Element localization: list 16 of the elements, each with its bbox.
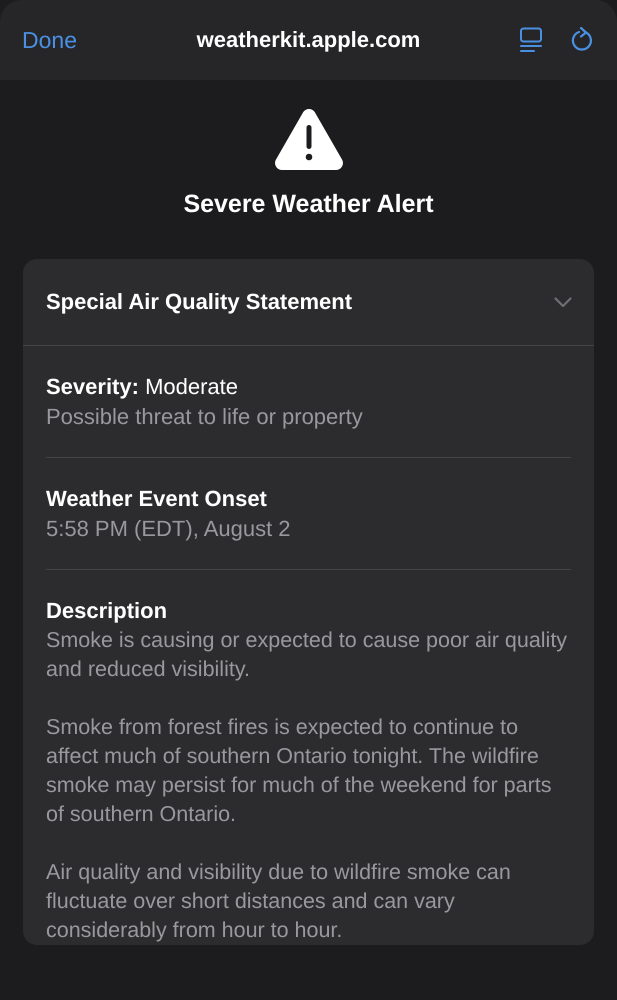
section-detail: Possible threat to life or property [46, 403, 364, 431]
reload-icon[interactable] [571, 27, 595, 53]
section-heading: Severity: Moderate [46, 373, 240, 401]
done-button[interactable]: Done [22, 26, 77, 54]
chevron-icon[interactable] [554, 296, 572, 308]
description-paragraph: Air quality and visibility due to wildfire smoke can fluctuate over short distances and can vary considerably from hour to hour. [46, 859, 512, 944]
description-paragraph: Smoke from forest fires is expected to continue to affect much of southern Ontario tonight. The wildfire smoke may persist for much of the weekend for parts of southern Ontario. [46, 714, 552, 828]
description-paragraph: Smoke is causing or expected to cause poor air quality and reduced visibility. [46, 627, 568, 683]
section-heading: Weather Event Onset [46, 485, 268, 513]
alert-title: Special Air Quality Statement [46, 289, 352, 315]
alert-heading: Severe Weather Alert [183, 190, 434, 219]
page-url: weatherkit.apple.com [196, 27, 420, 52]
reader-icon[interactable] [519, 27, 543, 53]
section-heading: Description [46, 597, 168, 625]
section-detail: 5:58 PM (EDT), August 2 [46, 515, 292, 543]
warning-icon [274, 108, 344, 172]
